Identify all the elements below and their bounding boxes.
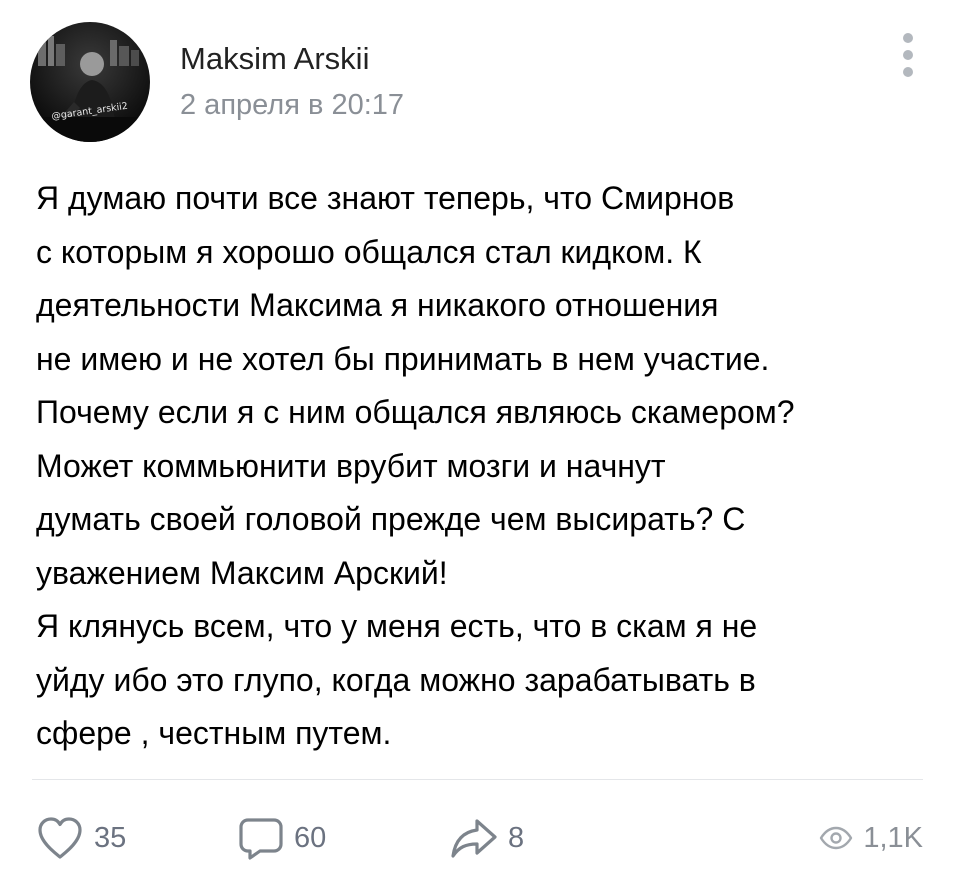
share-button[interactable]: 8 — [450, 815, 524, 861]
views-counter: 1,1K — [819, 815, 923, 861]
post-text-line: Может коммьюнити врубит мозги и начнут — [36, 447, 666, 484]
comment-count: 60 — [294, 822, 327, 854]
wall-post: @garant_arskii2 Maksim Arskii 2 апреля в… — [0, 0, 961, 895]
share-arrow-icon — [451, 819, 497, 858]
heart-icon — [38, 817, 82, 859]
post-text-line: думать своей головой прежде чем высирать… — [36, 501, 746, 537]
post-text-line: деятельности Максима я никакого отношени… — [36, 287, 719, 323]
eye-icon — [820, 826, 853, 850]
post-text-line: уйду ибо это глупо, когда можно зарабаты… — [36, 661, 756, 698]
divider — [32, 779, 923, 780]
post-text-line: уважением Максим Арский! — [36, 554, 448, 591]
avatar[interactable]: @garant_arskii2 — [30, 22, 150, 142]
comment-button[interactable]: 60 — [238, 815, 326, 861]
like-button[interactable]: 35 — [36, 815, 126, 861]
post-text: Я думаю почти все знают теперь, что Смир… — [36, 172, 936, 761]
post-text-line: не имею и не хотел бы принимать в нем уч… — [36, 340, 770, 377]
like-count: 35 — [94, 822, 127, 854]
views-count: 1,1K — [863, 822, 923, 854]
more-vertical-icon[interactable] — [895, 32, 921, 78]
post-text-line: сфере , честным путем. — [36, 715, 392, 751]
post-date[interactable]: 2 апреля в 20:17 — [180, 87, 404, 123]
post-text-line: Я клянусь всем, что у меня есть, что в с… — [36, 608, 758, 644]
author-name[interactable]: Maksim Arskii — [180, 40, 369, 78]
comment-bubble-icon — [239, 818, 283, 860]
post-text-line: с которым я хорошо общался стал кидком. … — [36, 233, 702, 270]
post-text-line: Я думаю почти все знают теперь, что Смир… — [36, 180, 735, 216]
share-count: 8 — [508, 822, 525, 854]
post-text-line: Почему если я с ним общался являюсь скам… — [36, 394, 795, 430]
